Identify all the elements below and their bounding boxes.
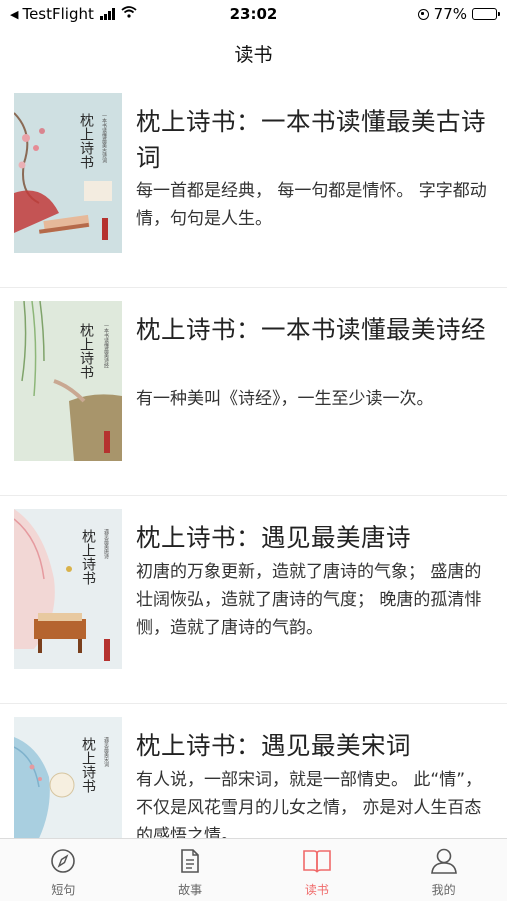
tab-label: 短句	[51, 883, 76, 897]
tab-label: 我的	[431, 883, 456, 897]
tab-duanju[interactable]: 短句	[0, 839, 127, 901]
battery-icon	[472, 8, 500, 20]
cover-title-text: 枕上诗书	[78, 113, 94, 169]
cover-subtitle-text: 一本书读懂最美诗经	[103, 323, 109, 368]
status-bar: ◀ TestFlight 23:02 77%	[0, 0, 507, 30]
book-description: 初唐的万象更新，造就了唐诗的气象； 盛唐的壮阔恢弘，造就了唐诗的气度； 晚唐的孤…	[136, 562, 482, 638]
cover-title-text: 枕上诗书	[78, 323, 94, 379]
document-icon	[177, 848, 203, 878]
book-title[interactable]: 枕上诗书：遇见最美唐诗	[136, 520, 492, 556]
book-item[interactable]: 枕上诗书 一本书读懂最美诗经 枕上诗书：一本书读懂最美诗经 有一种美叫《诗经》，…	[0, 288, 507, 496]
book-list[interactable]: 枕上诗书 一本书读懂最美古诗词 枕上诗书：一本书读懂最美古诗词 每一首都是经典，…	[0, 80, 507, 838]
book-cover[interactable]: 枕上诗书 一本书读懂最美诗经	[14, 301, 122, 461]
cover-subtitle-text: 遇见最美宋词	[103, 736, 109, 767]
cover-title-text: 枕上诗书	[80, 529, 96, 585]
tab-label: 读书	[304, 883, 329, 897]
cover-title-text: 枕上诗书	[80, 737, 96, 793]
book-icon	[302, 848, 332, 878]
compass-icon	[50, 848, 76, 878]
book-description: 有一种美叫《诗经》，一生至少读一次。	[136, 389, 434, 409]
status-right: 77%	[417, 5, 500, 23]
cover-subtitle-text: 遇见最美唐诗	[103, 528, 109, 559]
tab-gushi[interactable]: 故事	[127, 839, 254, 901]
book-title[interactable]: 枕上诗书：遇见最美宋词	[136, 728, 492, 764]
book-item[interactable]: 枕上诗书 遇见最美唐诗 枕上诗书：遇见最美唐诗 初唐的万象更新，造就了唐诗的气象…	[0, 496, 507, 704]
battery-percent: 77%	[433, 5, 467, 23]
tab-bar: 短句 故事 读书 我的	[0, 838, 507, 901]
page-title: 读书	[234, 44, 273, 66]
tab-wode[interactable]: 我的	[380, 839, 507, 901]
person-icon	[430, 848, 458, 878]
book-cover[interactable]: 枕上诗书 遇见最美宋词	[14, 717, 122, 838]
tab-label: 故事	[178, 883, 203, 897]
cover-subtitle-text: 一本书读懂最美古诗词	[101, 113, 107, 163]
book-description: 有人说，一部宋词，就是一部情史。 此“情”，不仅是风花雪月的儿女之情， 亦是对人…	[136, 770, 483, 838]
book-item[interactable]: 枕上诗书 遇见最美宋词 枕上诗书：遇见最美宋词 有人说，一部宋词，就是一部情史。…	[0, 704, 507, 838]
book-description: 每一首都是经典， 每一句都是情怀。 字字都动情，句句是人生。	[136, 181, 487, 229]
book-title[interactable]: 枕上诗书：一本书读懂最美古诗词	[136, 104, 492, 176]
book-cover[interactable]: 枕上诗书 遇见最美唐诗	[14, 509, 122, 669]
book-item[interactable]: 枕上诗书 一本书读懂最美古诗词 枕上诗书：一本书读懂最美古诗词 每一首都是经典，…	[0, 80, 507, 288]
tab-dushu[interactable]: 读书	[254, 839, 381, 901]
book-cover[interactable]: 枕上诗书 一本书读懂最美古诗词	[14, 93, 122, 253]
orientation-lock-icon	[417, 8, 429, 20]
book-title[interactable]: 枕上诗书：一本书读懂最美诗经	[136, 312, 492, 348]
